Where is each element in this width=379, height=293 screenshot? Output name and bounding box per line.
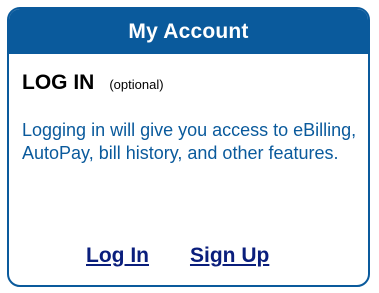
login-title: LOG IN (22, 71, 95, 94)
login-heading: LOG IN (optional) (22, 71, 164, 95)
login-description: Logging in will give you access to eBill… (22, 120, 357, 163)
panel-header: My Account (9, 9, 368, 54)
sign-up-link[interactable]: Sign Up (190, 244, 269, 268)
account-links: Log In Sign Up (9, 244, 368, 268)
log-in-link[interactable]: Log In (86, 244, 149, 268)
panel-title: My Account (128, 19, 249, 43)
login-optional-note: (optional) (109, 77, 164, 92)
my-account-panel: My Account LOG IN (optional) Logging in … (7, 7, 370, 287)
